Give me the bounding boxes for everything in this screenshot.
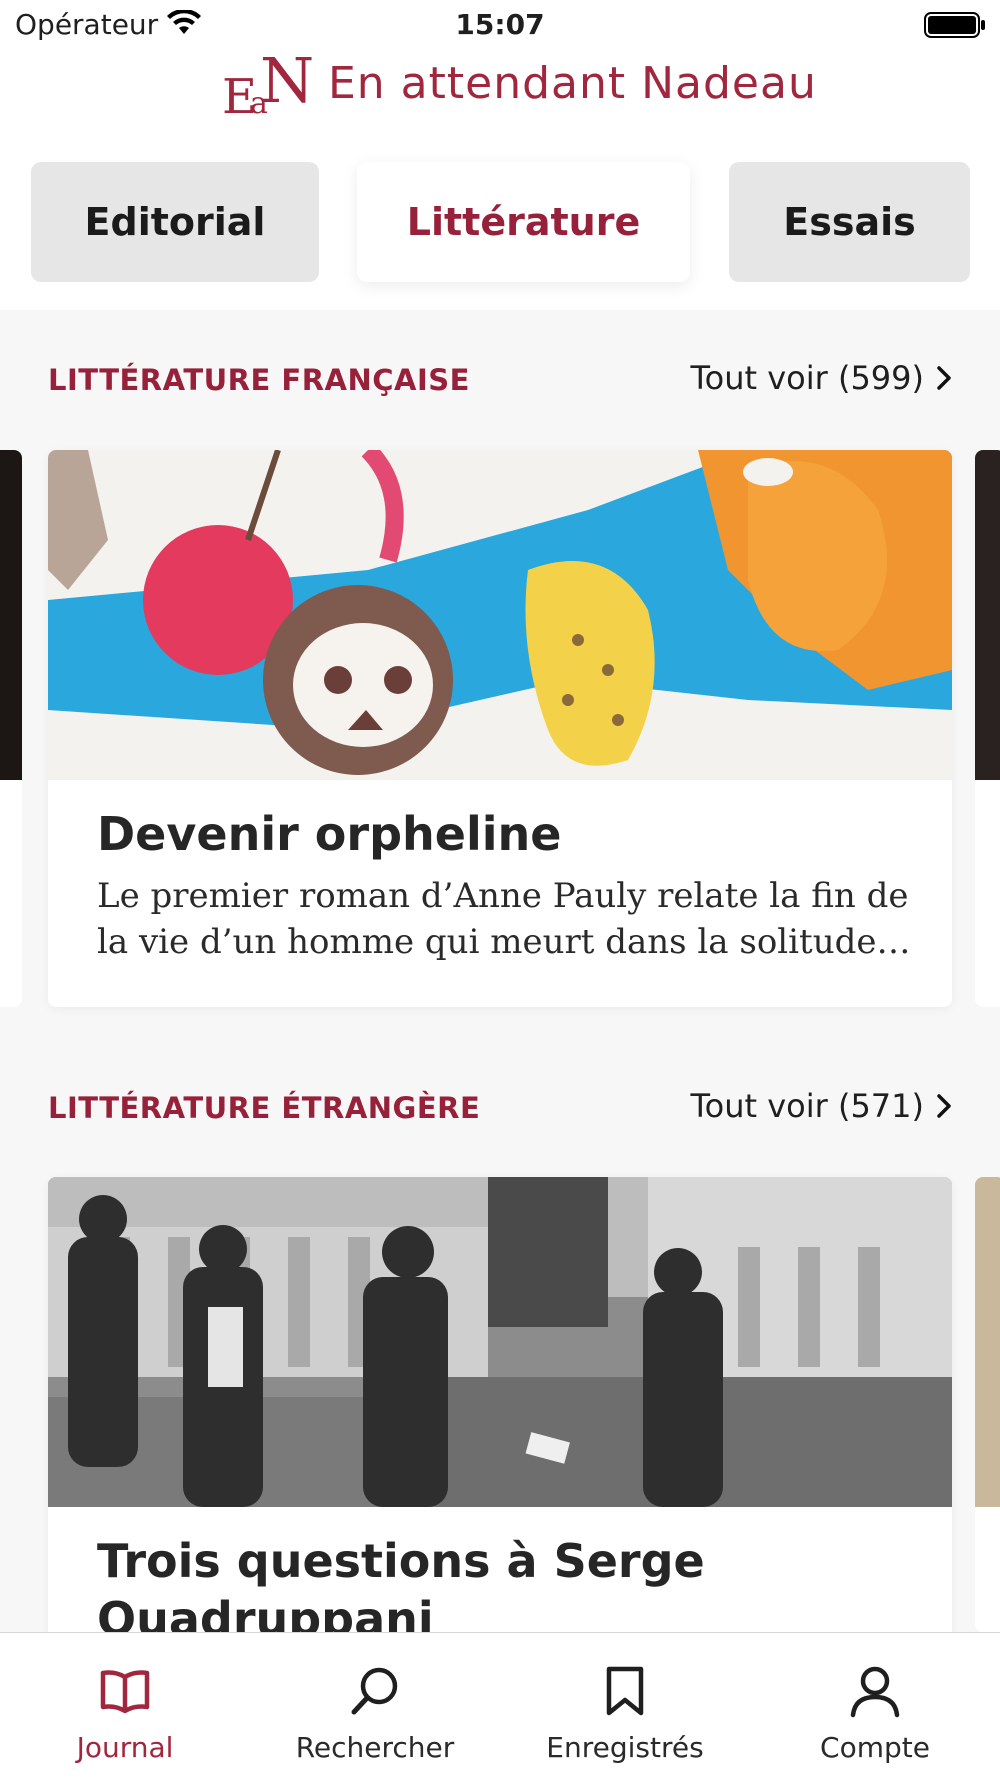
tab-essais[interactable]: Essais [729, 162, 970, 282]
next-card-peek[interactable] [975, 450, 1000, 1007]
tab-litterature[interactable]: Littérature [357, 162, 690, 282]
article-image [48, 450, 952, 780]
section-header-french: LITTÉRATURE FRANÇAISE Tout voir (599) [48, 355, 952, 405]
photo-image [48, 1177, 952, 1507]
watercolor-image [48, 450, 952, 780]
tabbar-compte[interactable]: Compte [750, 1633, 1000, 1778]
tabbar-label: Compte [820, 1731, 930, 1764]
article-card[interactable]: Devenir orpheline Le premier roman d’Ann… [48, 450, 952, 1007]
see-all-label: Tout voir (599) [690, 359, 924, 397]
app-header: E a N En attendant Nadeau [0, 50, 1000, 130]
search-icon [351, 1667, 398, 1715]
see-all-button[interactable]: Tout voir (571) [691, 1087, 952, 1125]
see-all-label: Tout voir (571) [690, 1087, 924, 1125]
article-description: Le premier roman d’Anne Pauly relate la … [97, 876, 911, 962]
previous-card-peek[interactable] [0, 450, 22, 1007]
section-title: LITTÉRATURE ÉTRANGÈRE [48, 1091, 481, 1125]
tab-editorial[interactable]: Editorial [31, 162, 319, 282]
tabbar-label: Enregistrés [546, 1731, 704, 1764]
see-all-button[interactable]: Tout voir (599) [691, 359, 952, 397]
tabbar-rechercher[interactable]: Rechercher [250, 1633, 500, 1778]
user-icon [850, 1666, 900, 1718]
logo-icon: E a N [222, 50, 312, 118]
article-title: Devenir orpheline [97, 807, 562, 861]
bookmark-icon [606, 1666, 644, 1716]
article-image [48, 1177, 952, 1507]
next-card-peek[interactable] [975, 1177, 1000, 1632]
status-bar: Opérateur 15:07 [0, 0, 1000, 50]
open-book-icon [100, 1670, 150, 1714]
tabbar-label: Journal [76, 1731, 174, 1764]
svg-text:N: N [260, 50, 312, 117]
logo-text: En attendant Nadeau [328, 58, 817, 109]
section-title: LITTÉRATURE FRANÇAISE [48, 363, 470, 397]
tabbar-journal[interactable]: Journal [0, 1633, 250, 1778]
article-title: Trois questions à Serge Quadruppani [97, 1534, 705, 1646]
tabbar-label: Rechercher [295, 1731, 455, 1764]
category-tabs: Editorial Littérature Essais [0, 130, 1000, 310]
article-card[interactable]: Trois questions à Serge Quadruppani [48, 1177, 952, 1677]
tabbar-enregistres[interactable]: Enregistrés [500, 1633, 750, 1778]
chevron-right-icon [937, 1094, 951, 1118]
chevron-right-icon [937, 366, 951, 390]
bottom-tab-bar: Journal Rechercher Enregistrés Compte [0, 1632, 1000, 1778]
battery-icon [924, 12, 985, 38]
section-header-foreign: LITTÉRATURE ÉTRANGÈRE Tout voir (571) [48, 1083, 952, 1133]
clock: 15:07 [455, 8, 545, 41]
